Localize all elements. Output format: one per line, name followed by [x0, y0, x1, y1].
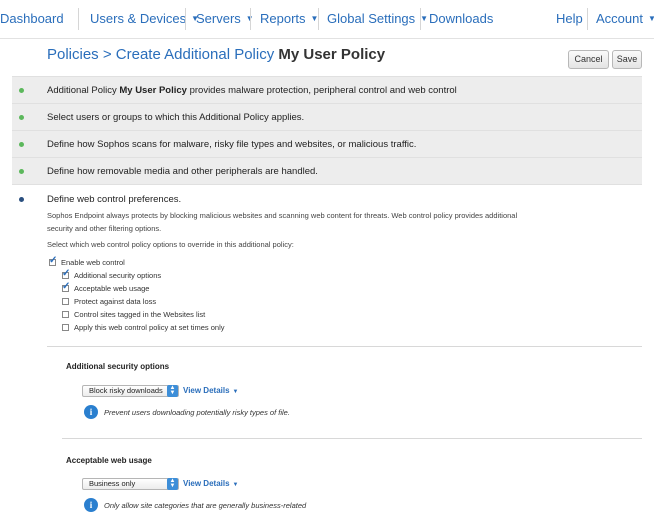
step-peripherals[interactable]: Define how removable media and other per…	[12, 157, 642, 184]
nav-account-label: Account	[596, 11, 643, 26]
additional-security-info-text: Prevent users downloading potentially ri…	[104, 408, 290, 417]
step-complete-dot-icon	[19, 169, 24, 174]
checkbox-label: Acceptable web usage	[74, 284, 150, 293]
step-current-dot-icon	[19, 197, 24, 202]
nav-reports-label: Reports	[260, 11, 306, 26]
nav-separator	[185, 8, 186, 30]
chevron-down-icon: ▼	[232, 482, 239, 488]
select-arrows-icon: ▲ ▼	[167, 478, 178, 490]
additional-security-select[interactable]: Block risky downloads ▲ ▼	[82, 385, 179, 397]
section-divider	[62, 438, 642, 439]
option-additional-security-checkbox[interactable]: Additional security options	[62, 268, 162, 281]
nav-global-settings[interactable]: Global Settings ▼	[327, 11, 428, 26]
nav-servers-label: Servers	[196, 11, 241, 26]
nav-reports[interactable]: Reports ▼	[260, 11, 318, 26]
breadcrumb[interactable]: Policies > Create Additional Policy	[47, 46, 278, 63]
step-text: Select users or groups to which this Add…	[47, 112, 305, 123]
override-prompt: Select which web control policy options …	[47, 240, 294, 249]
step-users-groups[interactable]: Select users or groups to which this Add…	[12, 103, 642, 130]
option-acceptable-web-usage-checkbox[interactable]: Acceptable web usage	[62, 281, 150, 294]
section-divider	[47, 346, 642, 347]
chevron-down-icon: ▼	[232, 389, 239, 395]
checkbox-label: Enable web control	[61, 258, 125, 267]
checkbox-label: Apply this web control policy at set tim…	[74, 323, 225, 332]
save-button[interactable]: Save	[612, 50, 642, 69]
nav-help[interactable]: Help	[556, 11, 583, 26]
acceptable-usage-view-details[interactable]: View Details ▼	[183, 479, 239, 488]
step-text: Define web control preferences.	[47, 194, 182, 205]
view-details-label: View Details	[183, 386, 230, 395]
nav-servers[interactable]: Servers▼	[196, 11, 254, 26]
nav-separator	[587, 8, 588, 30]
checkbox-label: Control sites tagged in the Websites lis…	[74, 310, 206, 319]
option-data-loss-checkbox[interactable]: Protect against data loss	[62, 297, 156, 307]
checkbox-label: Additional security options	[74, 271, 162, 280]
step-summary[interactable]: Additional Policy My User Policy provide…	[12, 76, 642, 103]
enable-web-control-checkbox[interactable]: Enable web control	[49, 255, 125, 268]
nav-global-settings-label: Global Settings	[327, 11, 416, 26]
cancel-button[interactable]: Cancel	[568, 50, 609, 69]
checkbox-checked-icon[interactable]	[62, 268, 70, 279]
step-complete-dot-icon	[19, 88, 24, 93]
step-text: Define how Sophos scans for malware, ris…	[47, 139, 417, 150]
step-text: provides malware protection, peripheral …	[186, 85, 457, 96]
nav-separator	[420, 8, 421, 30]
chevron-down-icon: ▼	[647, 14, 654, 23]
additional-security-title: Additional security options	[66, 362, 170, 371]
policy-name: My User Policy	[278, 46, 386, 63]
checkbox-checked-icon[interactable]	[49, 255, 57, 266]
nav-dashboard[interactable]: Dashboard	[0, 11, 64, 26]
step-text: Define how removable media and other per…	[47, 166, 318, 177]
select-value: Business only	[89, 479, 136, 488]
top-navigation: Dashboard Users & Devices▼ Servers▼ Repo…	[0, 0, 654, 39]
checkbox-unchecked-icon[interactable]	[62, 311, 69, 318]
web-control-description: security and other filtering options.	[47, 224, 162, 233]
chevron-down-icon: ▼	[420, 14, 429, 23]
acceptable-usage-info-text: Only allow site categories that are gene…	[104, 501, 307, 510]
step-text: Additional Policy	[47, 85, 120, 96]
nav-users-devices[interactable]: Users & Devices ▼	[90, 11, 199, 26]
acceptable-usage-select[interactable]: Business only ▲ ▼	[82, 478, 179, 490]
step-summary-text: Additional Policy My User Policy provide…	[47, 85, 457, 96]
info-icon: i	[84, 498, 98, 512]
acceptable-usage-title: Acceptable web usage	[66, 456, 152, 465]
checkbox-label: Protect against data loss	[74, 297, 157, 306]
nav-users-devices-label: Users & Devices	[90, 11, 187, 26]
step-web-control: Define web control preferences.	[12, 184, 642, 526]
step-malware-scanning[interactable]: Define how Sophos scans for malware, ris…	[12, 130, 642, 157]
info-icon: i	[84, 405, 98, 419]
nav-account[interactable]: Account ▼	[596, 11, 654, 26]
view-details-label: View Details	[183, 479, 230, 488]
nav-separator	[318, 8, 319, 30]
option-websites-list-checkbox[interactable]: Control sites tagged in the Websites lis…	[62, 310, 205, 320]
additional-security-view-details[interactable]: View Details ▼	[183, 386, 239, 395]
checkbox-checked-icon[interactable]	[62, 281, 70, 292]
nav-downloads[interactable]: Downloads	[429, 11, 493, 26]
web-control-description: Sophos Endpoint always protects by block…	[47, 211, 518, 220]
select-value: Block risky downloads	[89, 386, 163, 395]
nav-separator	[250, 8, 251, 30]
select-arrows-icon: ▲ ▼	[167, 385, 178, 397]
checkbox-unchecked-icon[interactable]	[62, 298, 69, 305]
option-set-times-checkbox[interactable]: Apply this web control policy at set tim…	[62, 323, 224, 333]
step-complete-dot-icon	[19, 115, 24, 120]
step-policy-name: My User Policy	[119, 85, 187, 96]
checkbox-unchecked-icon[interactable]	[62, 324, 69, 331]
page-title: Policies > Create Additional Policy My U…	[47, 46, 385, 63]
nav-separator	[78, 8, 79, 30]
step-complete-dot-icon	[19, 142, 24, 147]
